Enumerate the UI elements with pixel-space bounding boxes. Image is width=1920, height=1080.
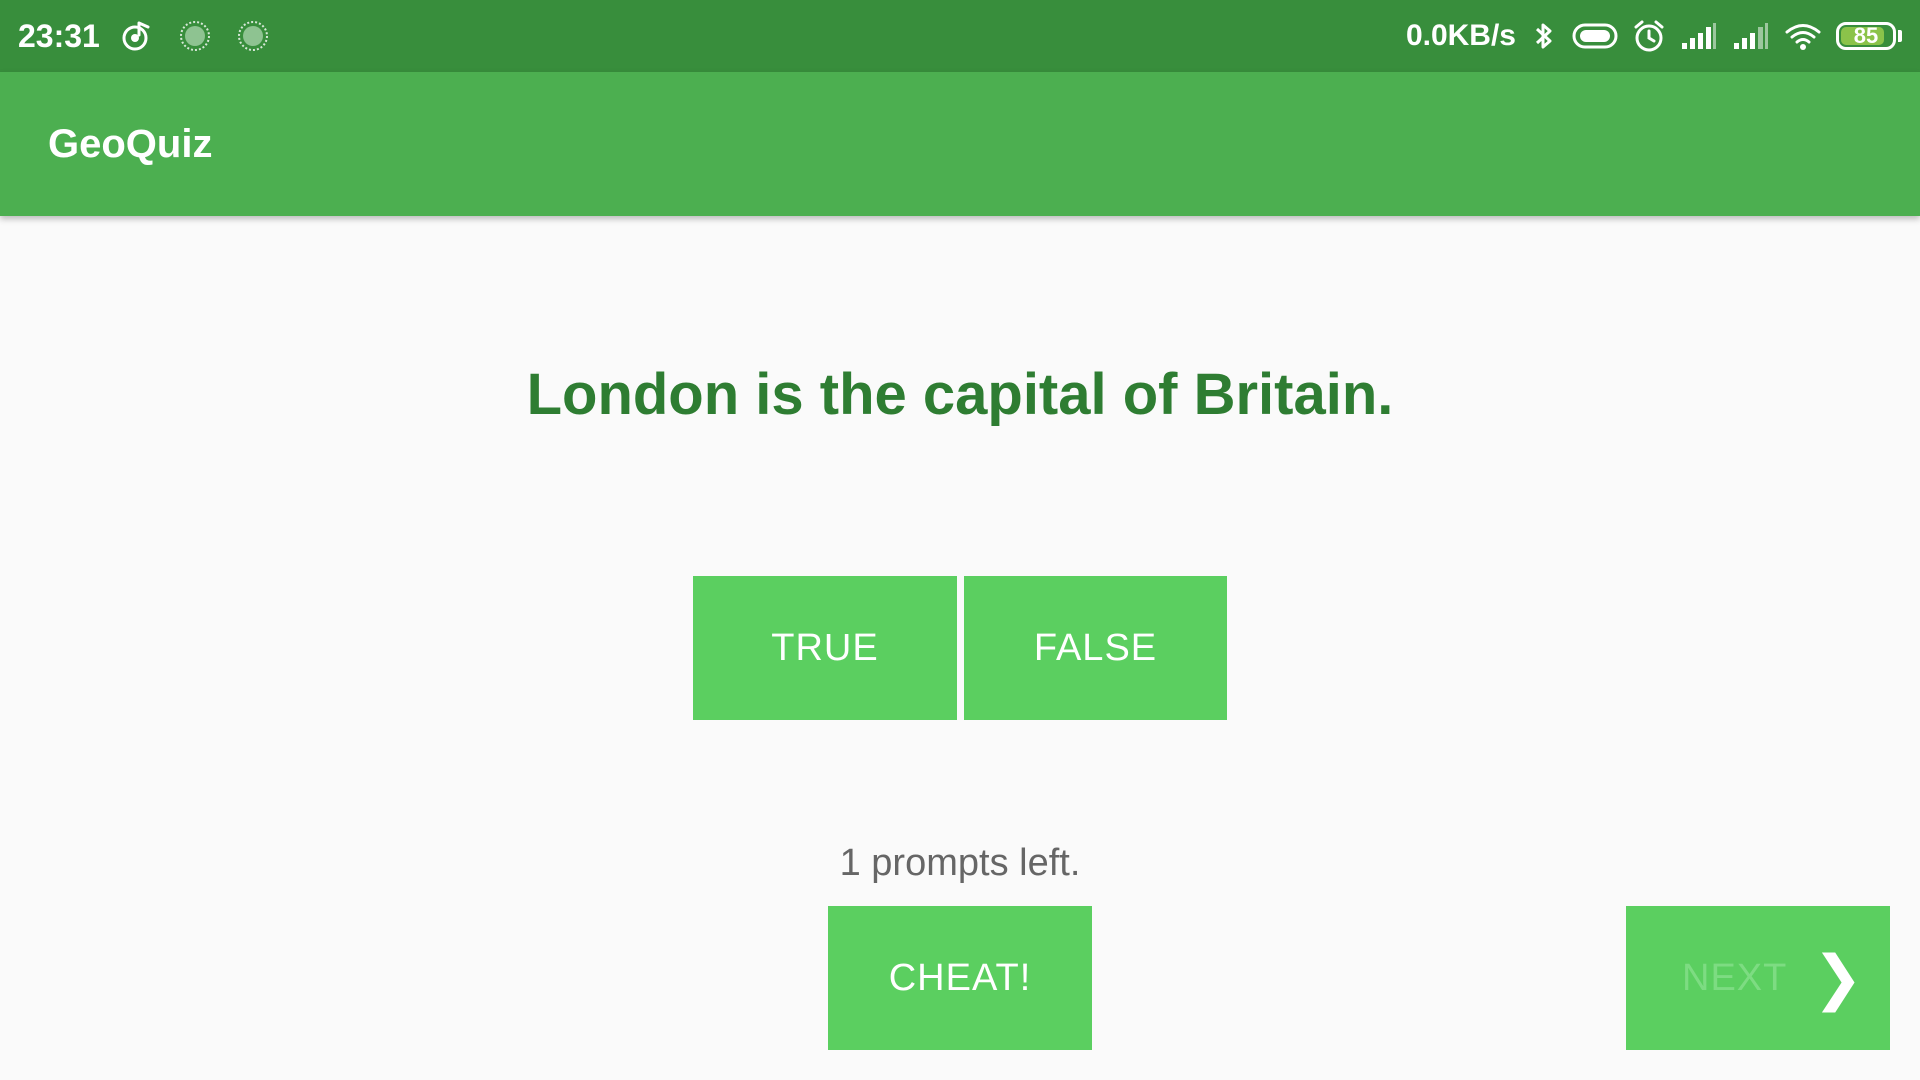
next-button-label: NEXT [1682,956,1788,999]
true-button[interactable]: TRUE [693,576,957,720]
alarm-clock-icon [1632,19,1666,53]
prompts-left-text: 1 prompts left. [839,842,1081,884]
status-time: 23:31 [18,18,100,54]
wifi-icon [1784,21,1822,51]
signal-icon [1680,21,1718,51]
next-button[interactable]: NEXT ❯ [1626,906,1890,1050]
loading-spinner-icon [236,19,270,53]
network-speed: 0.0KB/s [1405,19,1516,52]
battery-level: 85 [1853,23,1879,48]
geoquiz-screen: 23:31 0.0KB/s 85 GeoQuiz London is the c… [0,0,1920,1080]
question-text: London is the capital of Britain. [526,362,1394,427]
app-title: GeoQuiz [48,122,213,166]
status-right-area: 0.0KB/s 85 [1406,16,1902,56]
signal-icon [1732,21,1770,51]
status-left-icons [120,16,270,56]
toggle-icon [1572,21,1618,51]
false-button[interactable]: FALSE [964,576,1227,720]
bluetooth-icon [1530,19,1558,53]
battery-icon: 85 [1836,22,1902,50]
chevron-right-icon: ❯ [1812,944,1864,1011]
app-bar: GeoQuiz [0,72,1920,216]
status-bar: 23:31 0.0KB/s 85 [0,0,1920,72]
loading-spinner-icon [178,19,212,53]
music-note-icon [120,19,154,53]
cheat-button[interactable]: CHEAT! [828,906,1092,1050]
